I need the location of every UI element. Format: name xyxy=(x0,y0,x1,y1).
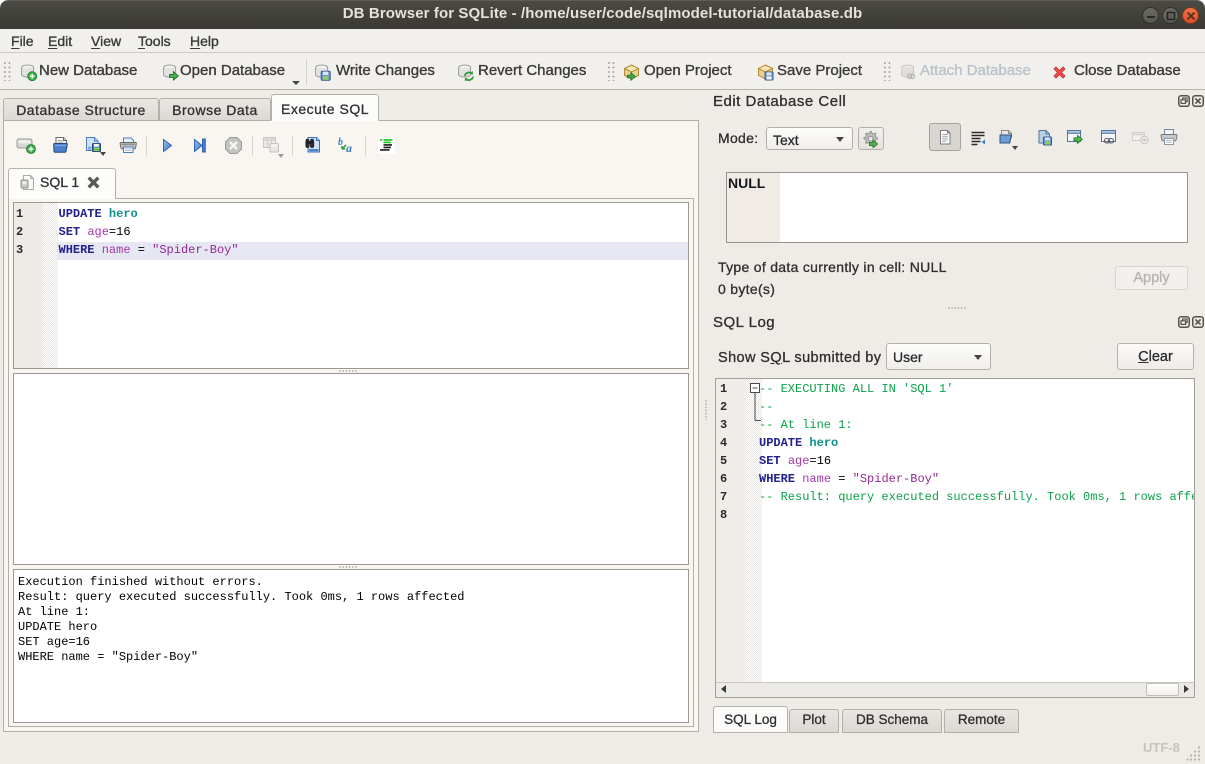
svg-text:a: a xyxy=(346,141,352,155)
